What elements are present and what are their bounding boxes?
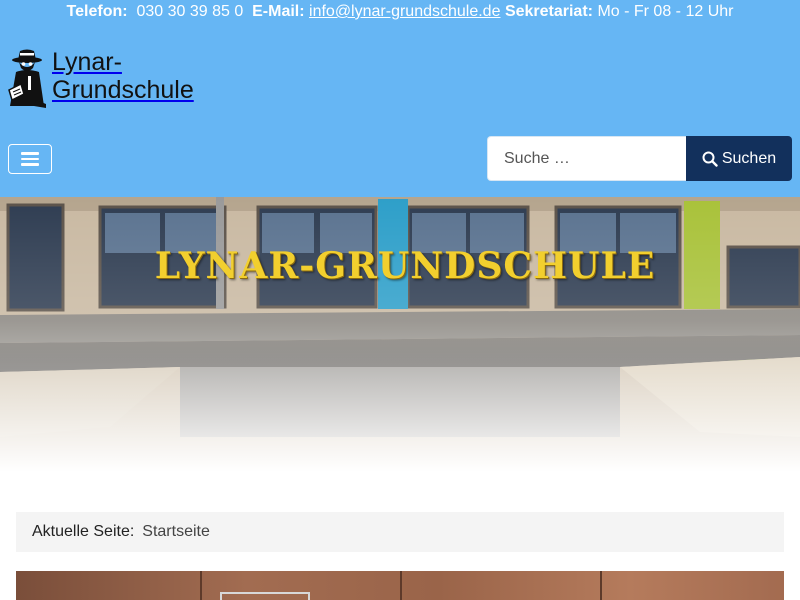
content-image xyxy=(16,571,784,600)
breadcrumb-current: Startseite xyxy=(142,523,210,540)
search-button-label: Suchen xyxy=(721,149,777,167)
detective-mascot-icon xyxy=(8,49,46,108)
search-icon xyxy=(702,151,718,167)
logo-line-2: Grundschule xyxy=(52,76,194,104)
office-label: Sekretariat: xyxy=(504,3,593,20)
office-hours: Mo - Fr 08 - 12 Uhr xyxy=(597,3,734,20)
logo-line-1: Lynar- xyxy=(52,48,122,76)
search-input[interactable] xyxy=(487,136,687,181)
hamburger-icon xyxy=(21,152,39,166)
school-building-photo xyxy=(0,197,800,472)
phone-number: 030 30 39 85 0 xyxy=(136,3,244,20)
breadcrumb-label: Aktuelle Seite: xyxy=(32,523,135,540)
contact-bar: Telefon: 030 30 39 85 0 E-Mail: info@lyn… xyxy=(0,0,800,24)
menu-toggle-button[interactable] xyxy=(8,144,52,174)
site-header: Telefon: 030 30 39 85 0 E-Mail: info@lyn… xyxy=(0,0,800,197)
hero-banner: LYNAR-GRUNDSCHULE xyxy=(0,197,800,472)
search-button[interactable]: Suchen xyxy=(686,136,792,181)
logo-text: Lynar- Grundschule xyxy=(52,48,194,104)
phone-label: Telefon: xyxy=(66,3,128,20)
site-logo[interactable]: Lynar- Grundschule xyxy=(6,48,194,110)
breadcrumb: Aktuelle Seite: Startseite xyxy=(16,512,784,552)
hero-sign-text: LYNAR-GRUNDSCHULE xyxy=(154,245,656,287)
email-label: E-Mail: xyxy=(252,3,305,20)
email-link[interactable]: info@lynar-grundschule.de xyxy=(309,3,500,20)
